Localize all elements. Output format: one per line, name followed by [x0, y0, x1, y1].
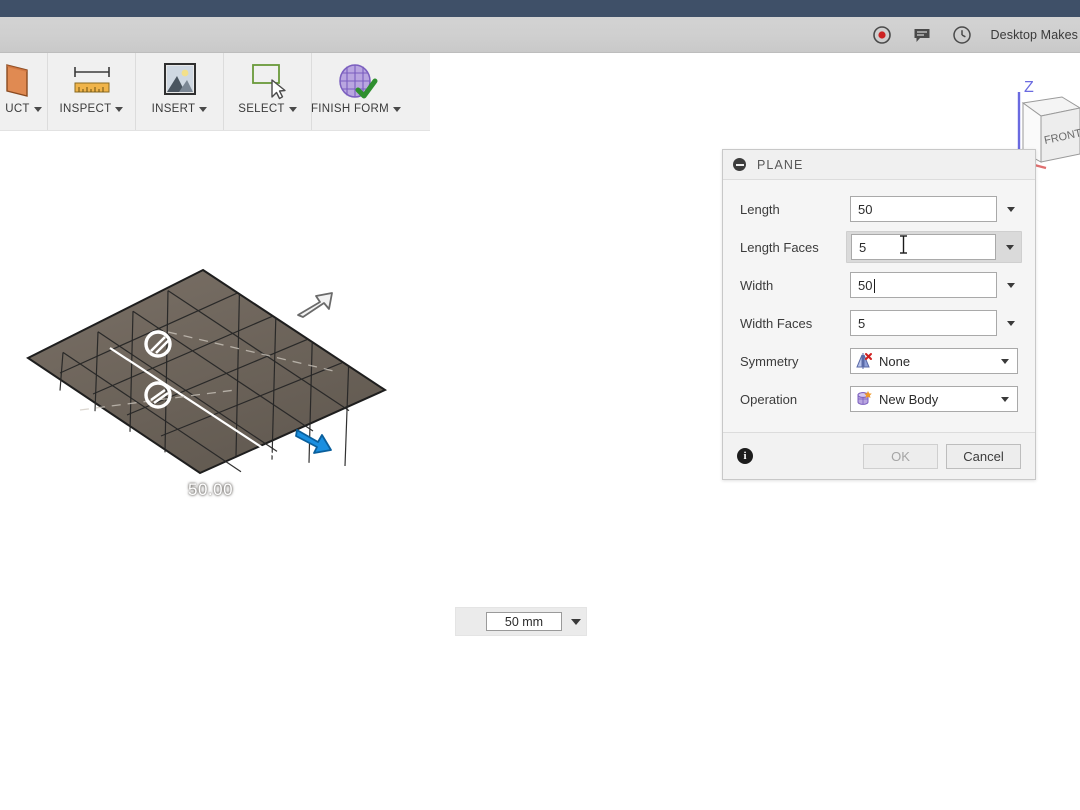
plane-dialog-body: Length 50 Length Faces 5 Width 50 Width … — [723, 180, 1035, 432]
ok-button[interactable]: OK — [863, 443, 938, 469]
control-width-faces[interactable]: 5 — [850, 310, 1018, 336]
plane-preview-model[interactable] — [20, 260, 420, 500]
label-operation: Operation — [740, 391, 798, 407]
ribbon-item-inspect[interactable]: INSPECT — [48, 53, 136, 130]
chevron-down-icon[interactable] — [33, 106, 42, 112]
plane-dialog-titlebar[interactable]: PLANE — [723, 150, 1035, 180]
row-length-faces: Length Faces 5 — [740, 228, 1022, 266]
label-width: Width — [740, 277, 774, 293]
row-width-faces: Width Faces 5 — [740, 304, 1018, 342]
length-faces-input[interactable]: 5 — [851, 234, 996, 260]
chevron-down-icon[interactable] — [1001, 396, 1009, 402]
ribbon-label-insert: INSERT — [152, 103, 208, 115]
row-symmetry: Symmetry None — [740, 342, 1018, 380]
info-icon[interactable]: i — [737, 448, 753, 464]
length-input[interactable]: 50 — [850, 196, 997, 222]
chevron-down-icon[interactable] — [1007, 282, 1015, 288]
ribbon-text-construct: UCT — [5, 103, 30, 115]
control-symmetry[interactable]: None — [850, 348, 1018, 374]
window-titlebar — [0, 0, 1080, 17]
fusion-app-window: Desktop Makes UCT INSPECT INSERT SELECT … — [0, 0, 1080, 810]
ribbon-text-select: SELECT — [238, 103, 285, 115]
label-length-faces: Length Faces — [740, 239, 819, 255]
viewcube-z-label: Z — [1024, 79, 1034, 96]
width-input-value: 50 — [858, 277, 877, 293]
chevron-down-icon[interactable] — [199, 106, 208, 112]
width-input[interactable]: 50 — [850, 272, 997, 298]
chevron-down-icon[interactable] — [571, 618, 581, 625]
row-length: Length 50 — [740, 190, 1018, 228]
insert-image-icon — [159, 59, 201, 103]
ribbon-text-finish-form: FINISH FORM — [310, 103, 390, 115]
select-cursor-icon — [246, 59, 290, 103]
inspect-ruler-icon — [69, 59, 115, 103]
ribbon-toolbar: UCT INSPECT INSERT SELECT FINISH FORM — [0, 53, 430, 131]
app-header-bar: Desktop Makes — [0, 17, 1080, 53]
control-width[interactable]: 50 — [850, 272, 1018, 298]
account-name-label[interactable]: Desktop Makes — [991, 28, 1080, 42]
chevron-down-icon[interactable] — [1007, 206, 1015, 212]
chevron-down-icon[interactable] — [393, 106, 402, 112]
ribbon-text-inspect: INSPECT — [59, 103, 112, 115]
inline-dimension-editor[interactable]: 50 mm — [455, 607, 587, 636]
construct-plane-icon — [5, 59, 33, 103]
drag-arrow-blue — [295, 429, 332, 454]
history-clock-icon[interactable] — [951, 24, 973, 46]
plane-dialog-title: PLANE — [757, 157, 804, 172]
control-length-faces[interactable]: 5 — [846, 231, 1022, 263]
label-symmetry: Symmetry — [740, 353, 799, 369]
collapse-icon[interactable] — [733, 158, 746, 171]
operation-select[interactable]: New Body — [850, 386, 1018, 412]
ribbon-label-select: SELECT — [238, 103, 297, 115]
cancel-button[interactable]: Cancel — [946, 443, 1021, 469]
width-faces-input[interactable]: 5 — [850, 310, 997, 336]
new-body-icon — [855, 390, 873, 408]
ribbon-label-construct: UCT — [5, 103, 42, 115]
label-length: Length — [740, 201, 780, 217]
ribbon-text-insert: INSERT — [151, 103, 196, 115]
inline-dimension-input[interactable]: 50 mm — [486, 612, 562, 631]
row-operation: Operation New Body — [740, 380, 1018, 418]
drag-arrow-white — [297, 292, 333, 318]
ribbon-item-finish-form[interactable]: FINISH FORM — [310, 53, 402, 130]
symmetry-value: None — [879, 353, 911, 369]
label-width-faces: Width Faces — [740, 315, 813, 331]
ribbon-item-insert[interactable]: INSERT — [136, 53, 224, 130]
symmetry-none-icon — [855, 352, 873, 370]
comments-icon[interactable] — [911, 24, 933, 46]
control-length[interactable]: 50 — [850, 196, 1018, 222]
plane-dialog: PLANE Length 50 Length Faces 5 Width 50 … — [722, 149, 1036, 480]
ribbon-label-inspect: INSPECT — [60, 103, 124, 115]
symmetry-select[interactable]: None — [850, 348, 1018, 374]
chevron-down-icon[interactable] — [1006, 244, 1014, 250]
chevron-down-icon[interactable] — [1001, 358, 1009, 364]
ribbon-item-select[interactable]: SELECT — [224, 53, 312, 130]
row-width: Width 50 — [740, 266, 1018, 304]
ribbon-item-construct[interactable]: UCT — [0, 53, 48, 130]
plane-dialog-footer: i OK Cancel — [723, 432, 1035, 479]
header-right-group: Desktop Makes — [871, 17, 1080, 52]
chevron-down-icon[interactable] — [115, 106, 124, 112]
chevron-down-icon[interactable] — [1007, 320, 1015, 326]
chevron-down-icon[interactable] — [288, 106, 297, 112]
control-operation[interactable]: New Body — [850, 386, 1018, 412]
operation-value: New Body — [879, 391, 939, 407]
record-icon[interactable] — [871, 24, 893, 46]
footer-button-group: OK Cancel — [863, 443, 1021, 469]
ribbon-label-finish-form: FINISH FORM — [310, 103, 402, 115]
finish-form-icon — [333, 59, 379, 103]
